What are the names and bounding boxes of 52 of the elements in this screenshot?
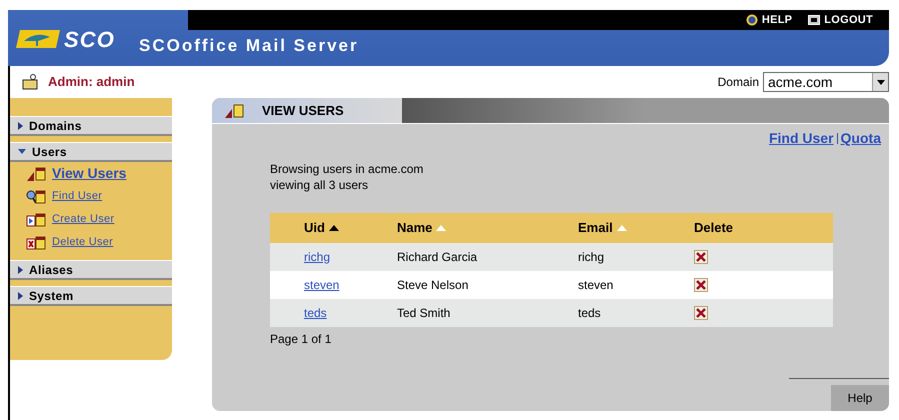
column-header[interactable]: Email — [578, 218, 613, 238]
delete-user-icon — [26, 234, 48, 250]
delete-icon[interactable] — [694, 306, 708, 320]
uid-link[interactable]: teds — [304, 306, 327, 320]
caret-right-icon — [18, 122, 23, 130]
logo-text: SCO — [64, 26, 115, 54]
sort-arrow-icon — [328, 225, 339, 231]
sidebar-link[interactable]: Create User — [52, 211, 114, 228]
info-text: viewing all 3 users — [270, 177, 370, 193]
help-button[interactable]: Help — [831, 385, 889, 411]
briefcase-user-icon — [22, 74, 40, 90]
column-header: Delete — [694, 219, 734, 238]
info-text: Browsing users in acme.com — [270, 161, 424, 177]
table-cell: steven — [578, 278, 614, 292]
caret-right-icon — [18, 266, 23, 274]
sidebar-section[interactable]: Aliases — [10, 260, 172, 280]
table-cell: Steve Nelson — [397, 278, 468, 292]
table-cell: Ted Smith — [397, 306, 450, 320]
sidebar-section[interactable]: Domains — [10, 116, 172, 136]
panel-link[interactable]: Quota — [840, 128, 881, 149]
magnifier-user-icon — [26, 188, 48, 204]
table-cell: richg — [578, 250, 604, 264]
caret-right-icon — [18, 292, 23, 300]
panel-title: VIEW USERS — [262, 102, 344, 120]
domain-select[interactable]: acme.com — [763, 72, 889, 92]
app-title: SCOoffice Mail Server — [138, 35, 359, 58]
sort-arrow-icon — [616, 225, 627, 231]
page-indicator: Page 1 of 1 — [270, 331, 332, 348]
delete-icon[interactable] — [694, 278, 708, 292]
column-header[interactable]: Uid — [304, 218, 325, 238]
uid-link[interactable]: richg — [304, 250, 330, 264]
window-icon — [808, 15, 820, 25]
sort-arrow-icon — [436, 225, 446, 231]
caret-down-icon — [18, 149, 26, 154]
add-user-icon — [26, 212, 48, 228]
sidebar-section[interactable]: Users — [10, 142, 172, 162]
tree-logo-icon — [16, 29, 60, 49]
admin-label: Admin: admin — [48, 73, 135, 92]
table-cell: teds — [578, 306, 601, 320]
delete-icon[interactable] — [694, 250, 708, 264]
domain-label: Domain — [718, 74, 759, 91]
sidebar-link[interactable]: Find User — [52, 188, 102, 205]
table-cell: Richard Garcia — [397, 250, 478, 264]
uid-link[interactable]: steven — [304, 278, 340, 292]
logout-link[interactable]: LOGOUT — [808, 12, 873, 28]
column-header[interactable]: Name — [397, 218, 432, 238]
panel-link[interactable]: Find User — [768, 128, 834, 149]
sidebar-link[interactable]: View Users — [52, 163, 126, 184]
sidebar-link[interactable]: Delete User — [52, 234, 114, 251]
help-icon — [746, 14, 758, 26]
sidebar-section[interactable]: System — [10, 286, 172, 306]
help-link[interactable]: HELP — [746, 12, 792, 28]
